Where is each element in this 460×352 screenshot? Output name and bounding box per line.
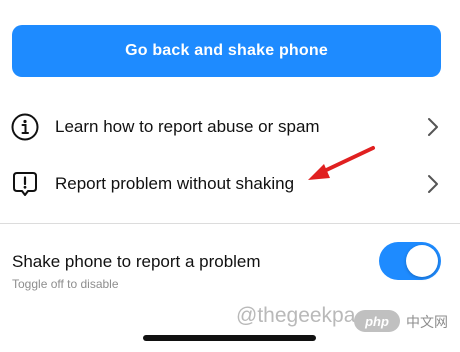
chevron-right-icon [426, 174, 440, 194]
report-problem-settings-screen: Go back and shake phone Learn how to rep… [0, 0, 460, 352]
shake-to-report-setting: Shake phone to report a problem Toggle o… [0, 238, 460, 298]
exclamation-bubble-icon [10, 169, 40, 199]
go-back-and-shake-button[interactable]: Go back and shake phone [12, 25, 441, 77]
report-problem-without-shaking-label: Report problem without shaking [55, 174, 295, 193]
learn-report-abuse-row[interactable]: Learn how to report abuse or spam [0, 100, 460, 154]
shake-to-report-toggle[interactable] [379, 242, 441, 280]
php-logo-badge: php [354, 310, 400, 332]
watermark-cn-text: 中文网 [406, 314, 448, 330]
learn-report-abuse-label: Learn how to report abuse or spam [55, 117, 320, 136]
section-divider [0, 223, 460, 224]
go-back-and-shake-label: Go back and shake phone [125, 42, 328, 59]
shake-to-report-title: Shake phone to report a problem [12, 252, 261, 271]
chevron-right-icon [426, 117, 440, 137]
watermark-text: @thegeekpa [236, 304, 356, 327]
red-annotation-arrow-icon [308, 146, 375, 180]
report-problem-without-shaking-row[interactable]: Report problem without shaking [0, 157, 460, 211]
home-indicator[interactable] [143, 335, 316, 341]
toggle-knob [406, 245, 438, 277]
info-circle-icon [10, 112, 40, 142]
shake-to-report-subtitle: Toggle off to disable [12, 277, 119, 291]
